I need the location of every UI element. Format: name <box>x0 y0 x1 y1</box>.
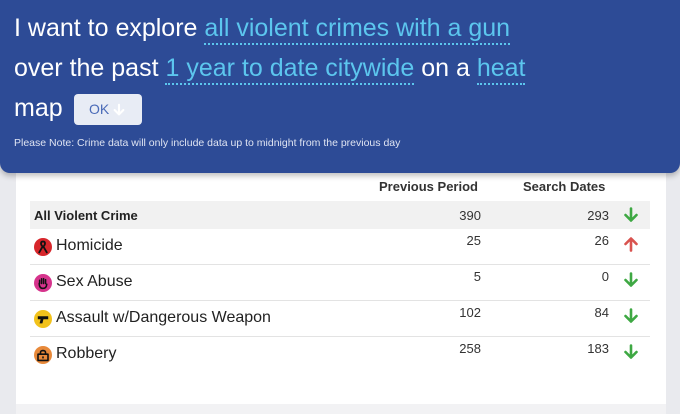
trend-down-icon <box>624 344 638 359</box>
previous-period-value: 5 <box>473 269 481 284</box>
trend-down-icon <box>624 207 638 222</box>
query-builder-header: I want to explore all violent crimes wit… <box>0 0 680 173</box>
trend-up-icon <box>624 237 638 252</box>
query-line-2: over the past 1 year to date citywide on… <box>14 53 526 85</box>
time-period-selector[interactable]: 1 year to date citywide <box>165 54 415 85</box>
previous-period-value: 258 <box>459 341 481 356</box>
ok-button[interactable]: OK <box>73 93 142 125</box>
search-dates-value: 183 <box>587 341 609 356</box>
query-over-label: over the past <box>14 54 159 82</box>
search-dates-value: 293 <box>587 208 609 223</box>
trend-down-icon <box>624 308 638 323</box>
row-label: Sex Abuse <box>56 273 133 290</box>
map-type-selector[interactable]: heat <box>476 54 526 85</box>
previous-period-value: 25 <box>466 233 481 248</box>
search-dates-value: 0 <box>601 269 609 284</box>
trend-down-icon <box>624 272 638 287</box>
crime-type-selector[interactable]: all violent crimes with a gun <box>204 14 511 45</box>
table-row-sex-abuse[interactable]: Sex Abuse 5 0 <box>30 265 650 301</box>
previous-period-value: 390 <box>459 208 481 223</box>
column-header-previous-period: Previous Period <box>379 179 478 194</box>
table-row-homicide[interactable]: Homicide 25 26 <box>30 229 650 265</box>
previous-period-value: 102 <box>459 305 481 320</box>
search-dates-value: 84 <box>594 305 609 320</box>
search-dates-value: 26 <box>594 233 609 248</box>
query-map-label: map <box>14 94 63 122</box>
sex-abuse-icon <box>34 274 52 292</box>
row-label: Assault w/Dangerous Weapon <box>56 309 271 326</box>
row-label: Robbery <box>56 345 117 362</box>
table-row-robbery[interactable]: Robbery 258 183 <box>30 337 650 373</box>
robbery-icon <box>34 346 52 364</box>
assault-gun-icon <box>34 310 52 328</box>
card-footer <box>16 404 666 414</box>
row-label: Homicide <box>56 237 123 254</box>
table-row-assault[interactable]: Assault w/Dangerous Weapon 102 84 <box>30 301 650 337</box>
ok-button-label: OK <box>88 100 110 117</box>
row-label: All Violent Crime <box>34 208 138 223</box>
query-prefix: I want to explore <box>14 14 198 42</box>
query-line-1: I want to explore all violent crimes wit… <box>14 13 511 45</box>
arrow-down-icon <box>113 103 125 116</box>
query-line-3: map OK <box>14 93 142 125</box>
table-row-total[interactable]: All Violent Crime 390 293 <box>30 201 650 229</box>
column-header-search-dates: Search Dates <box>523 179 606 194</box>
data-note: Please Note: Crime data will only includ… <box>14 137 401 149</box>
query-on-a-label: on a <box>421 54 470 82</box>
homicide-icon <box>34 238 52 256</box>
